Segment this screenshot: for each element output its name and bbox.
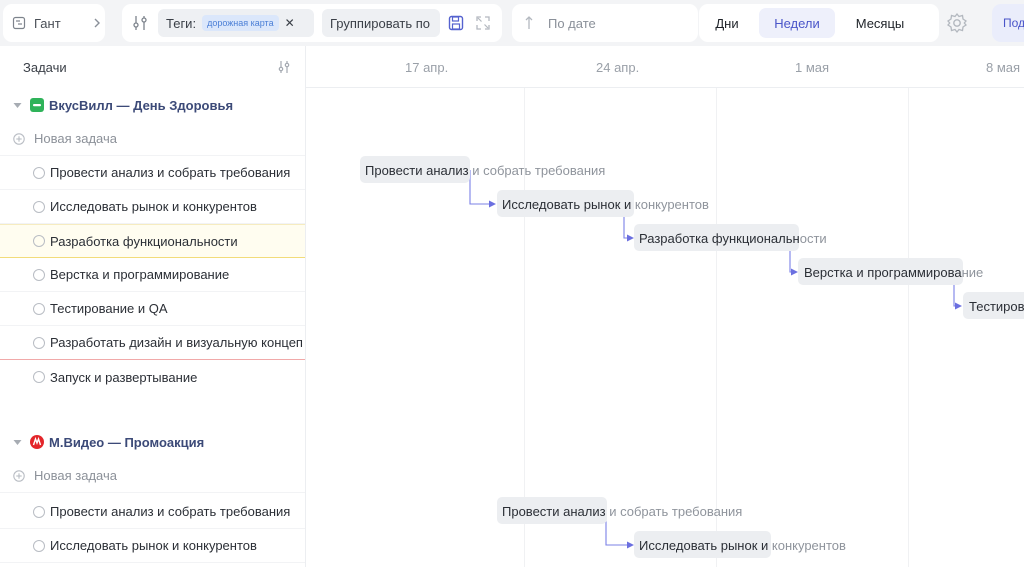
task-checkbox[interactable]: [33, 539, 45, 552]
toolbar: Гант Теги: дорожная карта ✕ Группировать…: [0, 0, 1024, 46]
scale-weeks-button[interactable]: Недели: [759, 8, 835, 38]
task-row[interactable]: Исследовать рынок и конкурентов: [0, 529, 305, 563]
close-icon[interactable]: ✕: [285, 16, 295, 30]
gantt-panel: Задачи ВкусВилл — День Здоровья Новая за…: [0, 46, 1024, 567]
gear-icon[interactable]: [946, 12, 968, 34]
task-title: Разработать дизайн и визуальную концеп: [50, 335, 303, 350]
scale-days-button[interactable]: Дни: [707, 8, 747, 38]
scale-months-button[interactable]: Месяцы: [845, 8, 915, 38]
timeline: 17 апр. 24 апр. 1 мая 8 мая Провести ана…: [306, 46, 1024, 567]
task-row[interactable]: Разработать дизайн и визуальную концеп: [0, 326, 305, 360]
group-title: ВкусВилл — День Здоровья: [49, 97, 234, 113]
filter-sliders-icon[interactable]: [131, 14, 149, 32]
sort-label: По дате: [548, 15, 596, 31]
add-icon: [13, 132, 25, 145]
sort-icon: [524, 15, 534, 31]
tags-filter[interactable]: Теги: дорожная карта ✕: [158, 9, 314, 37]
task-list: Задачи ВкусВилл — День Здоровья Новая за…: [0, 46, 306, 567]
gantt-bar-label: Провести анализ и собрать требования: [365, 163, 606, 178]
tasks-header-label: Задачи: [23, 59, 67, 75]
task-title: Провести анализ и собрать требования: [50, 504, 291, 519]
task-row[interactable]: Запуск и развертывание: [0, 360, 305, 394]
dependency-arrows: [469, 170, 962, 549]
group-by-dropdown[interactable]: Группировать по: [322, 9, 440, 37]
filter-bar: Теги: дорожная карта ✕ Группировать по: [122, 4, 502, 42]
new-task-row[interactable]: Новая задача: [0, 122, 305, 156]
gantt-bar-label: Разработка функциональности: [639, 231, 827, 246]
tags-label: Теги:: [166, 15, 197, 31]
task-title: Исследовать рынок и конкурентов: [50, 199, 257, 214]
task-title: Исследовать рынок и конкурентов: [50, 538, 257, 553]
task-checkbox[interactable]: [33, 505, 45, 518]
task-row[interactable]: Разработка функциональности: [0, 224, 305, 258]
task-row[interactable]: Исследовать рынок и конкурентов: [0, 190, 305, 224]
save-icon[interactable]: [448, 15, 464, 31]
task-checkbox[interactable]: [33, 302, 45, 315]
new-task-label: Новая задача: [34, 131, 117, 146]
task-title: Разработка функциональности: [50, 233, 238, 249]
task-title: Запуск и развертывание: [50, 369, 198, 385]
tag-badge: дорожная карта: [202, 15, 279, 31]
expand-icon[interactable]: [476, 16, 490, 30]
task-row[interactable]: Верстка и программирование: [0, 258, 305, 292]
group-title: М.Видео — Промоакция: [49, 434, 205, 450]
view-label: Гант: [34, 15, 61, 31]
task-checkbox[interactable]: [33, 336, 45, 349]
task-row[interactable]: Провести анализ и собрать требования: [0, 156, 305, 190]
view-switcher[interactable]: Гант: [3, 4, 105, 42]
connect-button[interactable]: Под: [992, 4, 1024, 42]
new-task-label: Новая задача: [34, 468, 117, 483]
project-logo-icon: [30, 435, 44, 449]
gantt-bar-label: Исследовать рынок и конкурентов: [639, 538, 846, 553]
gantt-bar-label: Тестиров: [969, 299, 1024, 314]
task-list-header: Задачи: [0, 46, 305, 88]
sort-control[interactable]: По дате: [512, 4, 698, 42]
add-icon: [13, 469, 25, 482]
caret-down-icon[interactable]: [13, 439, 22, 446]
group-by-label: Группировать по: [330, 15, 431, 31]
task-row[interactable]: Тестирование и QA: [0, 292, 305, 326]
group-row-vkusvill[interactable]: ВкусВилл — День Здоровья: [0, 88, 305, 122]
task-title: Провести анализ и собрать требования: [50, 165, 291, 180]
gantt-bar-label: Верстка и программирование: [804, 265, 984, 280]
new-task-row[interactable]: Новая задача: [0, 459, 305, 493]
chevron-right-icon: [93, 17, 101, 29]
gantt-icon: [12, 16, 26, 30]
task-checkbox[interactable]: [33, 268, 45, 281]
task-title: Тестирование и QA: [50, 301, 168, 316]
project-logo-icon: [30, 98, 44, 112]
task-checkbox[interactable]: [33, 166, 45, 179]
group-row-mvideo[interactable]: М.Видео — Промоакция: [0, 425, 305, 459]
task-row[interactable]: Провести анализ и собрать требования: [0, 495, 305, 529]
task-checkbox[interactable]: [33, 200, 45, 213]
task-checkbox[interactable]: [33, 371, 45, 383]
time-scale-switcher: Дни Недели Месяцы: [699, 4, 939, 42]
task-checkbox[interactable]: [33, 235, 45, 247]
gantt-bar-label: Провести анализ и собрать требования: [502, 504, 743, 519]
caret-down-icon[interactable]: [13, 102, 22, 109]
task-title: Верстка и программирование: [50, 267, 230, 282]
column-settings-icon[interactable]: [277, 60, 291, 74]
connect-button-label: Под: [1003, 16, 1024, 30]
gantt-bar-label: Исследовать рынок и конкурентов: [502, 197, 709, 212]
